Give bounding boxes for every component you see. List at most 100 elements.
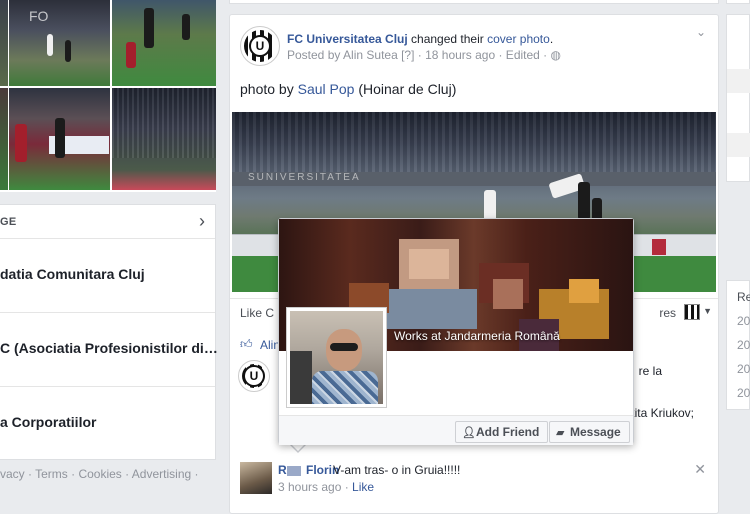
comment-like-button[interactable]: Like	[352, 480, 374, 494]
post-action-text: changed their	[407, 32, 488, 46]
comment-time[interactable]: 3 hours ago ·	[278, 480, 352, 494]
right-card	[726, 14, 750, 182]
comment-button-partial[interactable]: C	[262, 306, 274, 320]
liked-page-name[interactable]: a Corporatiilor	[0, 414, 96, 430]
post-action-suffix: .	[549, 32, 554, 46]
profile-hovercard: Works at Jandarmeria Română 👤︎Add Friend…	[278, 218, 634, 445]
year-nav-item[interactable]: 20	[737, 314, 750, 328]
post-title: FC Universitatea Cluj changed their cove…	[287, 32, 553, 46]
message-label: Message	[570, 425, 621, 439]
liker-name-link[interactable]: Alin	[260, 338, 280, 352]
message-button[interactable]: ▰ Message	[549, 421, 630, 443]
close-icon[interactable]: ✕	[694, 461, 706, 478]
player-figure	[578, 182, 590, 220]
pixelated-face	[409, 249, 449, 279]
year-nav-item[interactable]: 20	[737, 386, 750, 400]
page-name-link[interactable]: FC Universitatea Cluj	[287, 32, 408, 46]
hovercard-profile-picture[interactable]	[286, 307, 387, 408]
thumbs-up-icon: 👍︎	[240, 337, 253, 351]
photo-thumbnail[interactable]	[0, 88, 8, 190]
pixelated-body	[387, 289, 477, 329]
player-figure	[182, 14, 190, 40]
post-meta-time[interactable]: [?] · 18 hours ago · Edited ·	[398, 48, 551, 62]
add-friend-button[interactable]: 👤︎Add Friend	[455, 421, 549, 443]
player-figure	[65, 40, 71, 62]
post-text: photo by Saul Pop (Hoinar de Cluj)	[240, 81, 456, 97]
year-nav-heading: Re	[737, 290, 750, 304]
player-figure	[15, 124, 27, 162]
year-nav-card: Re 20 20 20 20	[726, 280, 750, 410]
hovercard-footer: 👤︎Add Friend ▰ Message	[279, 415, 633, 445]
liked-page-name[interactable]: C (Asociatia Profesionistilor di…	[0, 340, 218, 356]
liked-page-item[interactable]: C (Asociatia Profesionistilor di…	[0, 313, 218, 387]
censored-name-block	[286, 465, 301, 476]
liked-page-item[interactable]: datia Comunitara Cluj	[0, 239, 215, 313]
photographer-link[interactable]: Saul Pop	[298, 81, 355, 97]
shares-link[interactable]: res	[659, 306, 676, 320]
chevron-down-icon[interactable]: ⌄	[696, 25, 706, 39]
left-column: FO GE › datia Comunitara Cluj C (Asociat…	[0, 0, 218, 500]
right-card-band	[727, 133, 750, 157]
comment: R Florin V-am tras- o in Gruia!!!!! 3 ho…	[230, 459, 718, 499]
stadium-stands	[112, 88, 216, 158]
like-button[interactable]: Like C	[240, 306, 274, 320]
footer-links[interactable]: vacy · Terms · Cookies · Advertising ·	[0, 467, 199, 481]
photo-thumbnail[interactable]	[0, 0, 8, 86]
year-nav-item[interactable]: 20	[737, 362, 750, 376]
player-figure	[144, 8, 154, 48]
page-avatar-logo[interactable]	[238, 360, 270, 392]
message-icon: ▰	[556, 427, 565, 439]
previous-post-edge	[229, 0, 719, 4]
pixelated-block	[569, 279, 599, 303]
hovercard-work-info[interactable]: Works at Jandarmeria Română	[394, 329, 560, 343]
player-figure	[47, 34, 53, 56]
post-text-suffix: (Hoinar de Cluj)	[354, 81, 457, 97]
year-nav-item[interactable]: 20	[737, 338, 750, 352]
photos-grid: FO	[0, 0, 216, 192]
photo-thumbnail[interactable]	[112, 88, 216, 190]
right-card-edge	[726, 0, 750, 4]
commenter-avatar[interactable]	[240, 462, 272, 494]
comment-text-partial: re la	[638, 364, 662, 378]
stands-rail: SUNIVERSITATEA	[232, 172, 716, 186]
caret-down-icon[interactable]: ▼	[703, 306, 712, 316]
player-figure	[126, 42, 136, 68]
post-text-prefix: photo by	[240, 81, 298, 97]
sunglasses	[330, 343, 358, 351]
liked-page-item[interactable]: a Corporatiilor	[0, 387, 215, 461]
liked-pages-card: GE › datia Comunitara Cluj C (Asociatia …	[0, 204, 218, 461]
pixelated-block	[493, 279, 523, 309]
liked-page-name[interactable]: datia Comunitara Cluj	[0, 266, 145, 282]
liked-pages-header[interactable]: GE ›	[0, 205, 215, 239]
commenter-name-link[interactable]: R Florin	[278, 463, 339, 477]
ad-board-red	[652, 239, 666, 255]
post-header: FC Universitatea Cluj changed their cove…	[230, 15, 718, 75]
comment-text-partial: kita Kriukov;	[628, 406, 694, 420]
add-friend-icon: 👤︎	[462, 427, 476, 439]
cover-photo-link[interactable]: cover photo	[487, 32, 550, 46]
posted-by-label: Posted by	[287, 48, 344, 62]
photo-banner-text: SUNIVERSITATEA	[248, 172, 361, 183]
liked-pages-title: GE	[0, 216, 17, 228]
page-avatar-logo[interactable]	[240, 26, 280, 66]
photo-thumbnail[interactable]: FO	[9, 0, 110, 86]
right-column: Re 20 20 20 20	[726, 0, 750, 500]
poster-name-link[interactable]: Alin Sutea	[343, 48, 398, 62]
profile-picture-image	[290, 311, 383, 404]
player-figure	[55, 118, 65, 158]
right-card-band	[727, 69, 750, 93]
photo-thumbnail[interactable]	[112, 0, 216, 86]
globe-icon: ◍	[550, 48, 561, 62]
shirt	[312, 371, 378, 404]
photo-thumbnail[interactable]	[9, 88, 110, 190]
photo-watermark: FO	[29, 8, 49, 24]
comment-meta: 3 hours ago · Like	[278, 480, 374, 494]
page-identity-selector[interactable]	[684, 304, 700, 320]
post-meta: Posted by Alin Sutea [?] · 18 hours ago …	[287, 48, 561, 62]
comment-text: V-am tras- o in Gruia!!!!!	[333, 463, 461, 477]
add-friend-label: Add Friend	[476, 425, 540, 439]
car-seat	[290, 351, 312, 404]
chevron-right-icon[interactable]: ›	[199, 211, 205, 232]
like-label: Like	[240, 306, 263, 320]
commenter-name-initial[interactable]: R	[278, 463, 287, 477]
